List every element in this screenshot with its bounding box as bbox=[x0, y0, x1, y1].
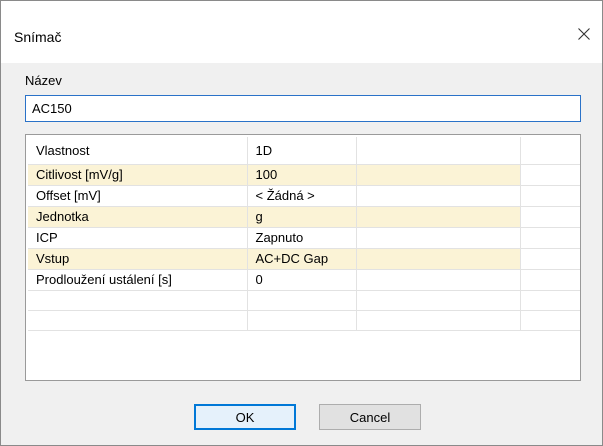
property-value[interactable]: < Žádná > bbox=[247, 185, 357, 207]
table-row[interactable]: Jednotka g bbox=[28, 206, 580, 228]
name-label: Název bbox=[25, 73, 62, 88]
properties-grid[interactable]: Vlastnost 1D Citlivost [mV/g] 100 Offset… bbox=[25, 134, 581, 381]
table-row[interactable]: Vstup AC+DC Gap bbox=[28, 248, 580, 270]
table-row[interactable]: ICP Zapnuto bbox=[28, 227, 580, 249]
property-value[interactable]: 100 bbox=[247, 164, 357, 186]
empty-cell bbox=[356, 310, 521, 331]
cancel-button[interactable]: Cancel bbox=[319, 404, 421, 430]
empty-cell bbox=[356, 227, 521, 249]
empty-cell bbox=[28, 290, 248, 311]
property-name: Prodloužení ustálení [s] bbox=[28, 269, 248, 291]
ok-button[interactable]: OK bbox=[194, 404, 296, 430]
empty-cell bbox=[520, 206, 580, 228]
empty-cell bbox=[520, 248, 580, 270]
empty-cell bbox=[520, 290, 580, 311]
name-input[interactable] bbox=[25, 95, 581, 122]
property-value[interactable]: Zapnuto bbox=[247, 227, 357, 249]
empty-cell bbox=[356, 248, 521, 270]
dialog-title: Snímač bbox=[14, 29, 62, 45]
properties-table: Vlastnost 1D Citlivost [mV/g] 100 Offset… bbox=[28, 137, 580, 331]
property-value[interactable]: g bbox=[247, 206, 357, 228]
title-bar: Snímač bbox=[1, 1, 602, 63]
empty-cell bbox=[356, 206, 521, 228]
empty-cell bbox=[356, 185, 521, 207]
empty-cell bbox=[28, 310, 248, 331]
table-row[interactable]: Prodloužení ustálení [s] 0 bbox=[28, 269, 580, 291]
empty-cell bbox=[247, 290, 357, 311]
property-value[interactable]: AC+DC Gap bbox=[247, 248, 357, 270]
header-empty-cell bbox=[356, 137, 521, 165]
empty-cell bbox=[356, 164, 521, 186]
table-row[interactable]: Offset [mV] < Žádná > bbox=[28, 185, 580, 207]
empty-cell bbox=[520, 269, 580, 291]
empty-cell bbox=[356, 269, 521, 291]
empty-row bbox=[28, 290, 580, 311]
close-button[interactable] bbox=[566, 19, 602, 49]
empty-cell bbox=[356, 290, 521, 311]
property-name: Vstup bbox=[28, 248, 248, 270]
empty-cell bbox=[520, 310, 580, 331]
empty-cell bbox=[247, 310, 357, 331]
property-name: Jednotka bbox=[28, 206, 248, 228]
empty-cell bbox=[520, 185, 580, 207]
property-name: Citlivost [mV/g] bbox=[28, 164, 248, 186]
property-value[interactable]: 0 bbox=[247, 269, 357, 291]
empty-cell bbox=[520, 164, 580, 186]
table-row[interactable]: Citlivost [mV/g] 100 bbox=[28, 164, 580, 186]
property-name: Offset [mV] bbox=[28, 185, 248, 207]
empty-cell bbox=[520, 227, 580, 249]
close-icon bbox=[578, 28, 590, 40]
empty-row bbox=[28, 310, 580, 331]
property-name: ICP bbox=[28, 227, 248, 249]
header-value: 1D bbox=[247, 137, 357, 165]
header-empty-cell bbox=[520, 137, 580, 165]
grid-header-row: Vlastnost 1D bbox=[28, 137, 580, 165]
sensor-dialog: Snímač Název Vlastnost 1D Citlivost [mV/… bbox=[0, 0, 603, 446]
header-property: Vlastnost bbox=[28, 137, 248, 165]
